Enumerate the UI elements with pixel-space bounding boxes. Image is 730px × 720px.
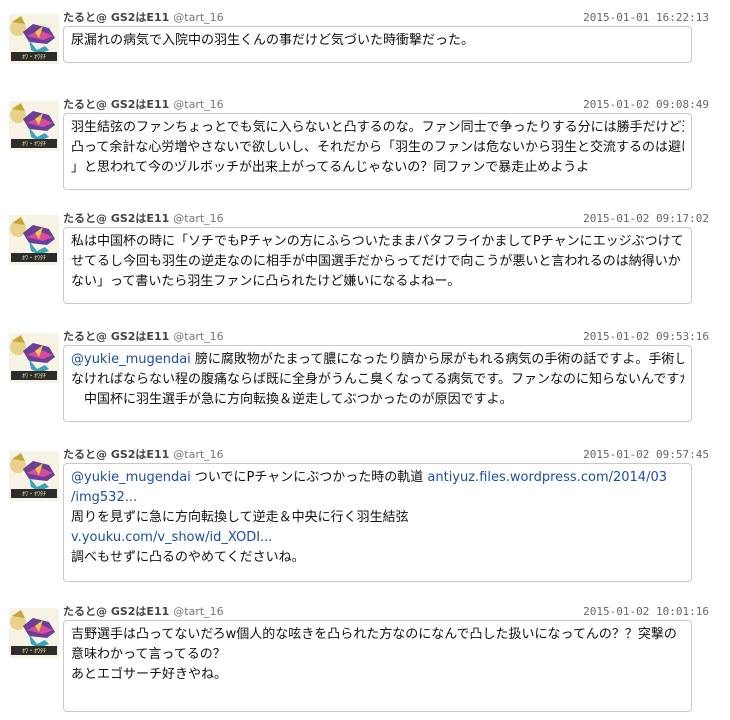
tweet-header: たると@ GS2はE11 @tart_16 2015-01-01 16:22:13 — [63, 10, 709, 26]
tweet-text-bubble: 羽生結弦のファンちょっとでも気に入らないと凸するのな。ファン同士で争ったりする分… — [63, 113, 692, 190]
tweet-text-line: あとエゴサーチ好きやね。 — [71, 665, 684, 685]
tweet-text: 周りを見ずに急に方向転換して逆走＆中央に行く羽生結弦 — [71, 510, 409, 525]
tweet-header: たると@ GS2はE11 @tart_16 2015-01-02 09:53:16 — [63, 329, 709, 345]
user-display-name[interactable]: たると@ GS2はE11 — [63, 605, 169, 618]
tweet-item: たると@ GS2はE11 @tart_16 2015-01-02 09:17:02 私… — [0, 201, 730, 308]
tweet-item: たると@ GS2はE11 @tart_16 2015-01-02 09:57:45 @… — [0, 437, 730, 586]
url-link[interactable]: v.youku.com/v_show/id_XODI... — [71, 530, 272, 545]
tweet-text: 私は中国杯の時に「ソチでもPチャンの方にふらついたままバタフライかましてPチャン… — [71, 234, 684, 249]
tweet-timestamp[interactable]: 2015-01-02 10:01:16 — [583, 604, 709, 620]
tweet-text-line: v.youku.com/v_show/id_XODI... — [71, 528, 684, 548]
tweet-text-line: 尿漏れの病気で入院中の羽生くんの事だけど気づいた時衝撃だった。 — [71, 31, 684, 51]
user-display-name[interactable]: たると@ GS2はE11 — [63, 212, 169, 225]
tweet-text-line: 中国杯に羽生選手が急に方向転換＆逆走してぶつかったのが原因ですよ。 — [71, 390, 684, 410]
tweet-text-line: @yukie_mugendai ついでにPチャンにぶつかった時の軌道 antiy… — [71, 468, 684, 488]
url-link[interactable]: antiyuz.files.wordpress.com/2014/03 — [427, 470, 667, 485]
tweet-text-line: 意味わかって言ってるの？ — [71, 645, 684, 665]
tweet-text-line: 調べもせずに凸るのやめてくださいね。 — [71, 548, 684, 568]
tweet-header: たると@ GS2はE11 @tart_16 2015-01-02 10:01:16 — [63, 604, 709, 620]
mention-link[interactable]: @yukie_mugendai — [71, 470, 191, 485]
tweet-text: 尿漏れの病気で入院中の羽生くんの事だけど気づいた時衝撃だった。 — [71, 33, 475, 48]
url-link[interactable]: /img532... — [71, 490, 137, 505]
tweet-text: 中国杯に羽生選手が急に方向転換＆逆走してぶつかったのが原因ですよ。 — [71, 392, 513, 407]
tweet-text: せてるし今回も羽生の逆走なのに相手が中国選手だからってだけで向こうが悪いと言われ… — [71, 254, 681, 269]
tweet-timestamp[interactable]: 2015-01-01 16:22:13 — [583, 10, 709, 26]
tweet-timestamp[interactable]: 2015-01-02 09:53:16 — [583, 329, 709, 345]
tweet-text-line: /img532... — [71, 488, 684, 508]
tweet-text-line: せてるし今回も羽生の逆走なのに相手が中国選手だからってだけで向こうが悪いと言われ… — [71, 252, 684, 272]
tweet-timestamp[interactable]: 2015-01-02 09:17:02 — [583, 211, 709, 227]
tweet-text: ついでにPチャンにぶつかった時の軌道 — [190, 470, 428, 485]
mention-link[interactable]: @yukie_mugendai — [71, 352, 191, 367]
tweet-timestamp[interactable]: 2015-01-02 09:08:49 — [583, 97, 709, 113]
tweet-text-line: @yukie_mugendai 膀に腐敗物がたまって膿になったり臍から尿がもれる… — [71, 350, 684, 370]
tweet-text: なければならない程の腹痛ならば既に全身がうんこ臭くなってる病気です。ファンなのに… — [71, 372, 684, 387]
tweet-header: たると@ GS2はE11 @tart_16 2015-01-02 09:57:45 — [63, 447, 709, 463]
tweet-item: たると@ GS2はE11 @tart_16 2015-01-02 09:53:16 @… — [0, 319, 730, 426]
user-display-name[interactable]: たると@ GS2はE11 — [63, 98, 169, 111]
user-display-name[interactable]: たると@ GS2はE11 — [63, 330, 169, 343]
tweet-text-bubble: @yukie_mugendai ついでにPチャンにぶつかった時の軌道 antiy… — [63, 463, 692, 582]
user-handle[interactable]: @tart_16 — [173, 212, 223, 225]
user-handle[interactable]: @tart_16 — [173, 11, 223, 24]
tweet-text: 羽生結弦のファンちょっとでも気に入らないと凸するのな。ファン同士で争ったりする分… — [71, 120, 684, 135]
tweet-header: たると@ GS2はE11 @tart_16 2015-01-02 09:17:02 — [63, 211, 709, 227]
user-handle[interactable]: @tart_16 — [173, 98, 223, 111]
tweet-text: 」と思われて今のヅルボッチが出来上がってるんじゃないの？同ファンで暴走止めようよ — [71, 160, 590, 175]
tweet-text-line: 凸って余計な心労増やさないで欲しいし、それだから「羽生のファンは危ないから羽生と… — [71, 138, 684, 158]
tweet-text: 意味わかって言ってるの？ — [71, 647, 226, 662]
tweet-text-line: 私は中国杯の時に「ソチでもPチャンの方にふらついたままバタフライかましてPチャン… — [71, 232, 684, 252]
user-handle[interactable]: @tart_16 — [173, 330, 223, 343]
user-display-name[interactable]: たると@ GS2はE11 — [63, 448, 169, 461]
tweet-text-line: ない」って書いたら羽生ファンに凸られたけど嫌いになるよねー。 — [71, 272, 684, 292]
tweet-item: たると@ GS2はE11 @tart_16 2015-01-01 16:22:13 尿… — [0, 0, 730, 67]
tweet-text-bubble: 尿漏れの病気で入院中の羽生くんの事だけど気づいた時衝撃だった。 — [63, 26, 692, 63]
tweet-text: 吉野選手は凸ってないだろw個人的な呟きを凸られた方なのになんで凸した扱いになって… — [71, 627, 677, 642]
tweet-feed: たると@ GS2はE11 @tart_16 2015-01-01 16:22:13 尿… — [0, 0, 730, 720]
user-avatar-icon[interactable] — [9, 608, 59, 658]
user-avatar-icon[interactable] — [9, 101, 59, 151]
tweet-text: 調べもせずに凸るのやめてくださいね。 — [71, 550, 305, 565]
tweet-item: たると@ GS2はE11 @tart_16 2015-01-02 09:08:49 羽… — [0, 87, 730, 194]
tweet-text-line: 周りを見ずに急に方向転換して逆走＆中央に行く羽生結弦 — [71, 508, 684, 528]
user-avatar-icon[interactable] — [9, 215, 59, 265]
tweet-text-bubble: 私は中国杯の時に「ソチでもPチャンの方にふらついたままバタフライかましてPチャン… — [63, 227, 692, 304]
user-display-name[interactable]: たると@ GS2はE11 — [63, 11, 169, 24]
tweet-text: ない」って書いたら羽生ファンに凸られたけど嫌いになるよねー。 — [71, 274, 461, 289]
tweet-text-line: 」と思われて今のヅルボッチが出来上がってるんじゃないの？同ファンで暴走止めようよ — [71, 158, 684, 178]
tweet-text: あとエゴサーチ好きやね。 — [71, 667, 228, 682]
user-handle[interactable]: @tart_16 — [173, 605, 223, 618]
tweet-text-line: 吉野選手は凸ってないだろw個人的な呟きを凸られた方なのになんで凸した扱いになって… — [71, 625, 684, 645]
tweet-text-bubble: 吉野選手は凸ってないだろw個人的な呟きを凸られた方なのになんで凸した扱いになって… — [63, 620, 692, 712]
tweet-text: 膀に腐敗物がたまって膿になったり臍から尿がもれる病気の手術の話ですよ。手術し — [190, 352, 684, 367]
tweet-text: 凸って余計な心労増やさないで欲しいし、それだから「羽生のファンは危ないから羽生と… — [71, 140, 684, 155]
user-avatar-icon[interactable] — [9, 451, 59, 501]
user-handle[interactable]: @tart_16 — [173, 448, 223, 461]
tweet-text-line: なければならない程の腹痛ならば既に全身がうんこ臭くなってる病気です。ファンなのに… — [71, 370, 684, 390]
tweet-timestamp[interactable]: 2015-01-02 09:57:45 — [583, 447, 709, 463]
tweet-header: たると@ GS2はE11 @tart_16 2015-01-02 09:08:49 — [63, 97, 709, 113]
user-avatar-icon[interactable] — [9, 333, 59, 383]
user-avatar-icon[interactable] — [9, 14, 59, 64]
tweet-item: たると@ GS2はE11 @tart_16 2015-01-02 10:01:16 吉… — [0, 594, 730, 716]
tweet-text-bubble: @yukie_mugendai 膀に腐敗物がたまって膿になったり臍から尿がもれる… — [63, 345, 692, 422]
tweet-text-line: 羽生結弦のファンちょっとでも気に入らないと凸するのな。ファン同士で争ったりする分… — [71, 118, 684, 138]
